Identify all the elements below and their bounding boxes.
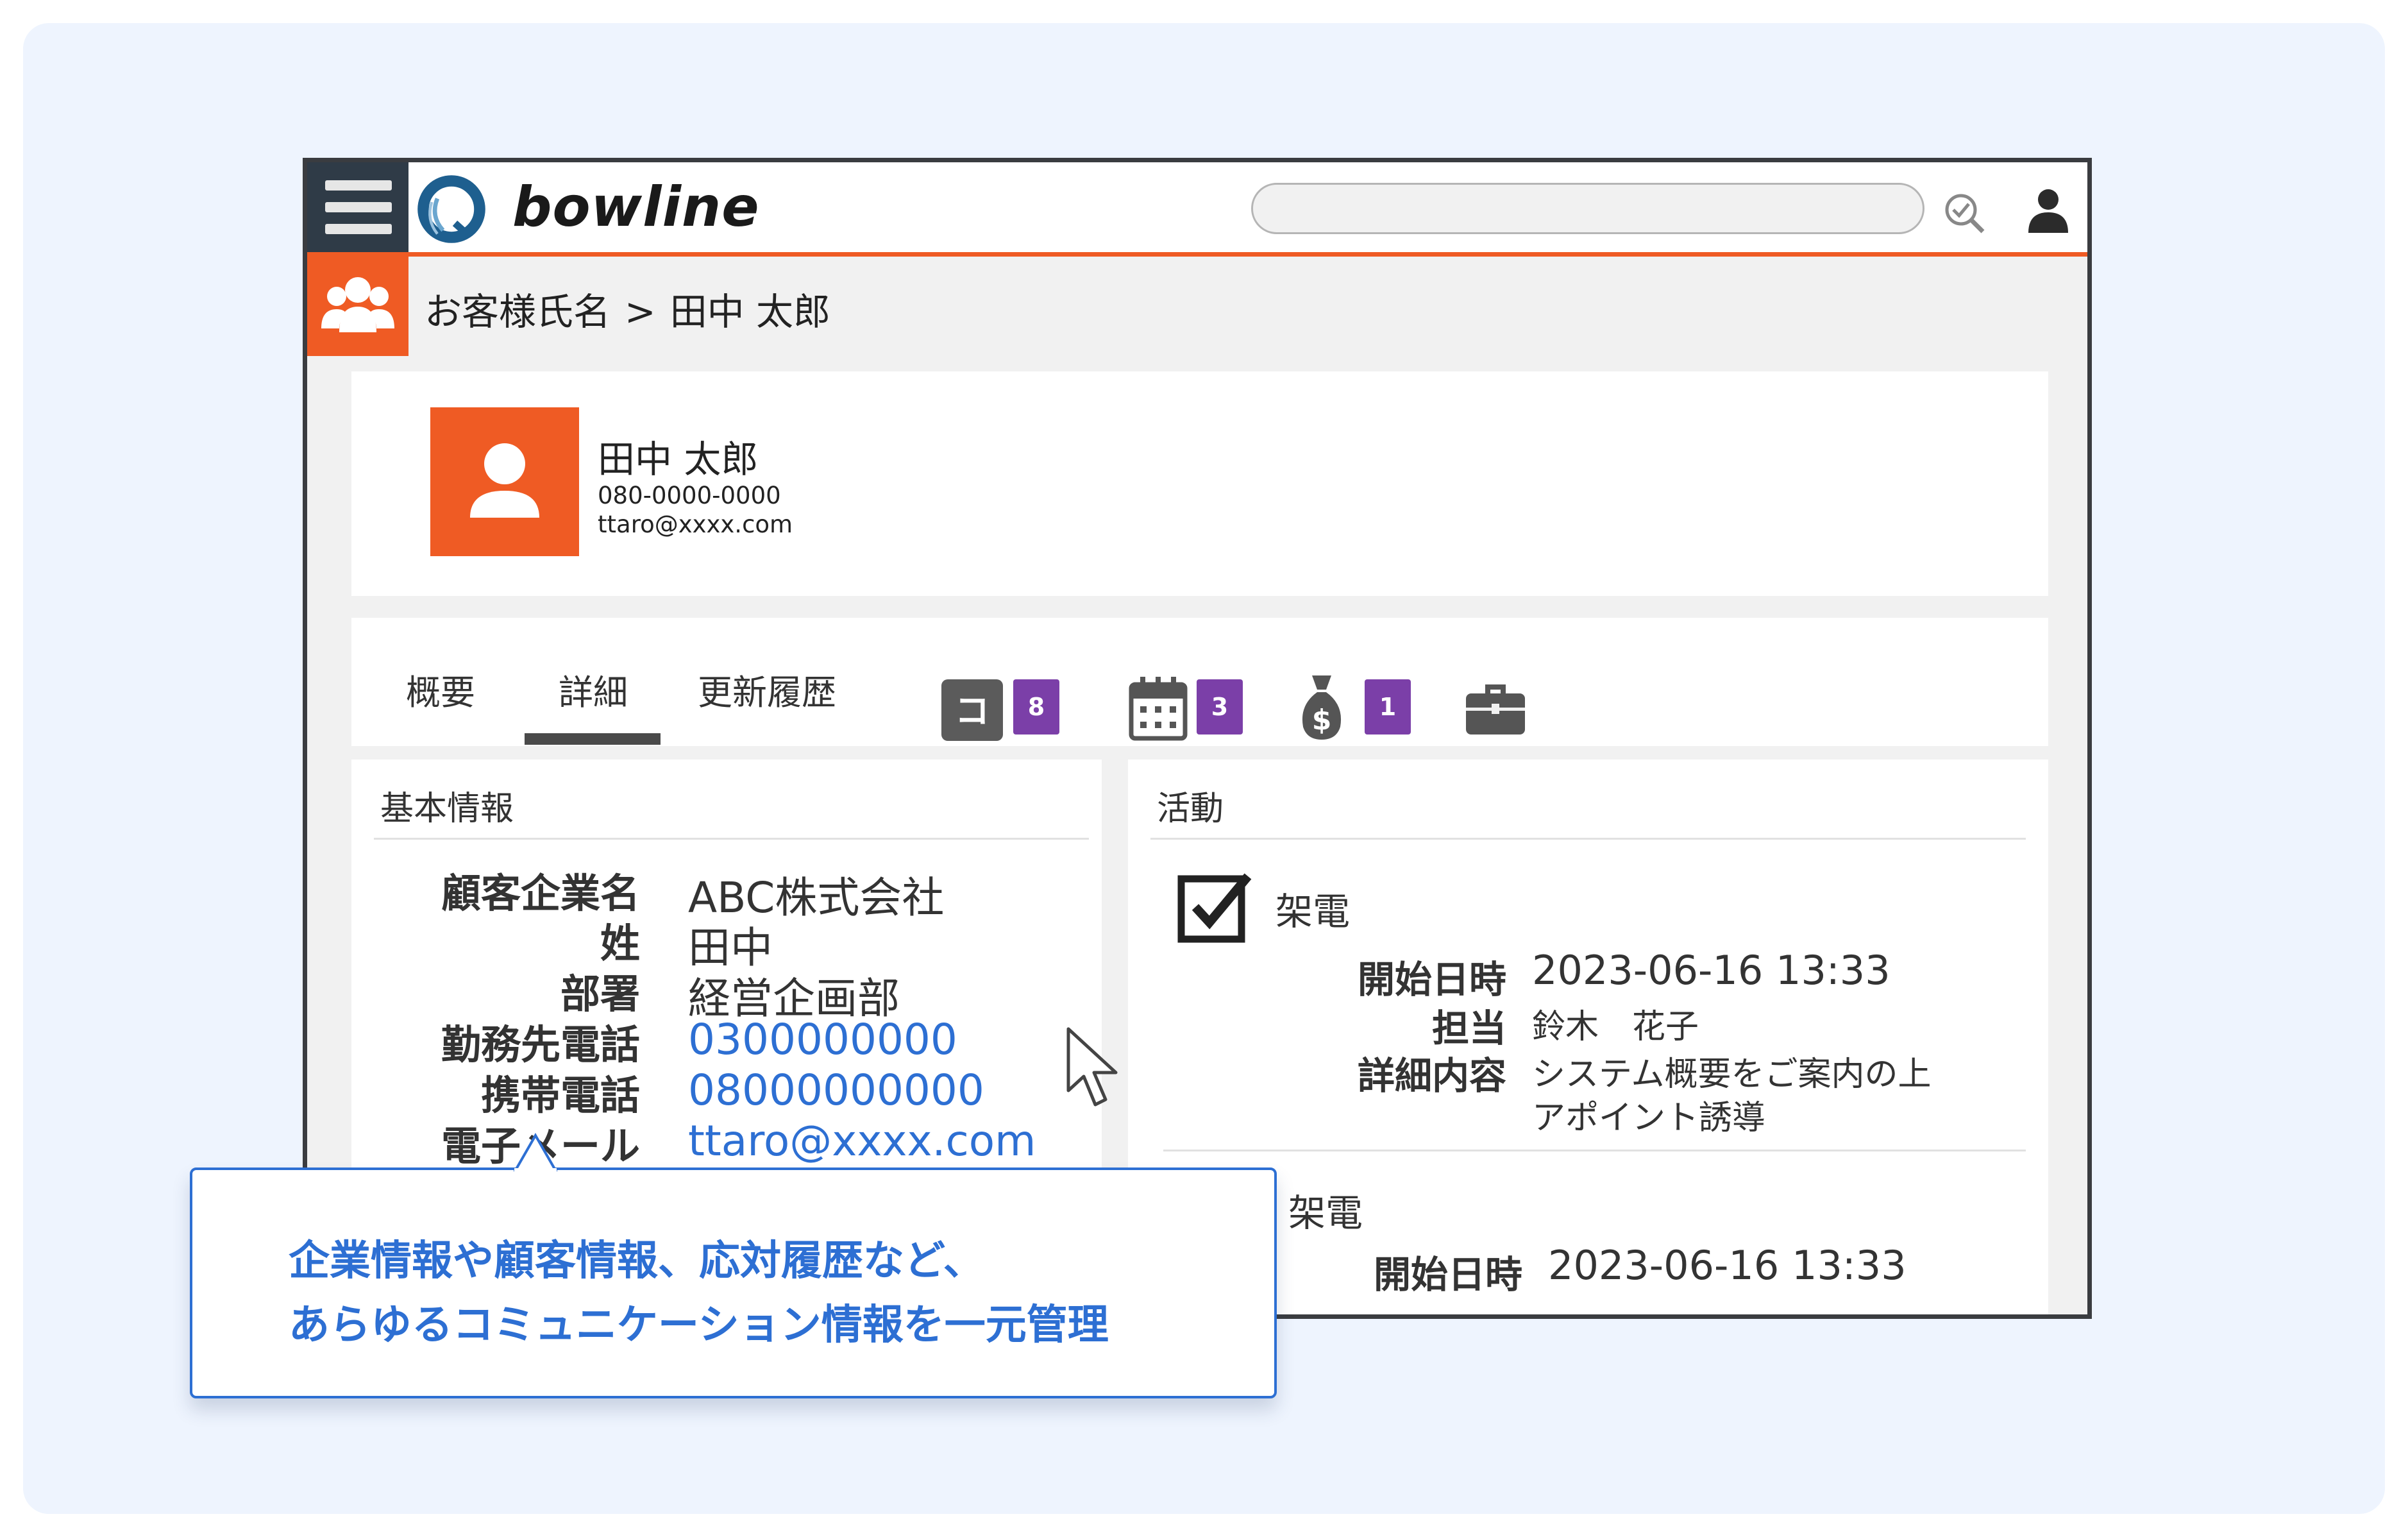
- callout-line-1: 企業情報や顧客情報、応対履歴など、: [289, 1237, 984, 1285]
- profile-card: 田中 太郎 080-0000-0000 ttaro@xxxx.com: [351, 371, 2048, 596]
- search-input[interactable]: [1251, 183, 1924, 234]
- tab-details[interactable]: 詳細: [559, 664, 628, 715]
- comment-count-badge: 8: [1013, 679, 1059, 735]
- divider: [1163, 1150, 2026, 1151]
- briefcase-icon: [1466, 684, 1525, 735]
- menu-icon: [325, 202, 392, 212]
- activity-type: 架電: [1276, 890, 1351, 933]
- divider: [1150, 838, 2026, 840]
- basic-info-title: 基本情報: [380, 790, 514, 828]
- field-label-department: 部署: [560, 971, 640, 1017]
- breadcrumb: お客様氏名 > 田中 太郎: [425, 282, 830, 335]
- activity-value-start: 2023-06-16 13:33: [1548, 1242, 1907, 1289]
- breadcrumb-current: 田中 太郎: [669, 290, 831, 334]
- group-icon: [321, 277, 394, 332]
- activity-label-start: 開始日時: [1357, 958, 1506, 1001]
- active-tab-indicator: [525, 733, 661, 745]
- activity-title: 活動: [1157, 790, 1224, 828]
- deals-count-badge: 1: [1365, 679, 1411, 735]
- activity-value-details-line2: アポイント誘導: [1532, 1099, 1766, 1137]
- field-value-mobile-phone[interactable]: 08000000000: [688, 1066, 984, 1115]
- field-label-work-phone: 勤務先電話: [441, 1021, 640, 1068]
- money-bag-icon: $: [1302, 675, 1342, 740]
- comment-icon: コ: [941, 679, 1003, 741]
- hamburger-menu-button[interactable]: [307, 162, 408, 252]
- profile-phone: 080-0000-0000: [598, 482, 781, 509]
- activity-label-assignee: 担当: [1431, 1006, 1506, 1050]
- bowline-logo-icon: [417, 175, 485, 243]
- user-icon[interactable]: [2026, 187, 2071, 233]
- activity-label-start: 開始日時: [1373, 1253, 1522, 1296]
- person-icon: [470, 443, 539, 518]
- briefcase-tab[interactable]: [1466, 682, 1525, 736]
- avatar: [430, 407, 579, 556]
- checkbox-checked-icon[interactable]: [1176, 869, 1253, 946]
- activity-value-start: 2023-06-16 13:33: [1532, 947, 1890, 994]
- breadcrumb-parent[interactable]: お客様氏名: [425, 290, 610, 334]
- mouse-cursor-icon: [1066, 1027, 1118, 1107]
- activity-value-details-line1: システム概要をご案内の上: [1532, 1055, 1932, 1094]
- divider: [374, 838, 1089, 840]
- search-check-icon[interactable]: [1939, 188, 1991, 239]
- callout-line-2: あらゆるコミュニケーション情報を一元管理: [289, 1302, 1109, 1349]
- calendar-count-badge: 3: [1197, 679, 1243, 735]
- callout-box: 企業情報や顧客情報、応対履歴など、 あらゆるコミュニケーション情報を一元管理: [190, 1168, 1277, 1398]
- menu-icon: [325, 180, 392, 191]
- app-window: bowline お客様氏名 > 田中 太郎 田中 太郎 080-0000-000…: [303, 158, 2092, 1319]
- calendar-icon: [1129, 677, 1188, 741]
- callout-pointer: [513, 1133, 558, 1171]
- menu-icon: [325, 224, 392, 234]
- profile-email: ttaro@xxxx.com: [598, 511, 793, 538]
- svg-text:$: $: [1312, 704, 1332, 736]
- tab-update-history[interactable]: 更新履歴: [698, 664, 836, 715]
- tab-bar: 概要 詳細 更新履歴 コ 8 3 $ 1: [351, 618, 2048, 746]
- activity-label-details: 詳細内容: [1357, 1054, 1506, 1098]
- calendar-tab[interactable]: [1129, 674, 1188, 741]
- activity-type: 架電: [1288, 1191, 1363, 1235]
- field-label-company: 顧客企業名: [441, 870, 640, 917]
- field-label-email: 電子メール: [351, 1114, 640, 1171]
- field-value-email[interactable]: ttaro@xxxx.com: [688, 1116, 1036, 1166]
- tab-overview[interactable]: 概要: [406, 664, 475, 715]
- profile-name: 田中 太郎: [598, 437, 759, 481]
- field-label-last-name: 姓: [600, 920, 640, 967]
- field-value-work-phone[interactable]: 0300000000: [688, 1015, 957, 1064]
- svg-text:コ: コ: [955, 691, 989, 731]
- customers-section-button[interactable]: [307, 257, 408, 356]
- deals-tab[interactable]: $: [1299, 673, 1344, 742]
- field-label-mobile-phone: 携帯電話: [480, 1072, 640, 1119]
- activity-value-assignee: 鈴木 花子: [1532, 1008, 1699, 1046]
- comment-tab[interactable]: コ: [941, 679, 1003, 741]
- top-bar: bowline: [307, 162, 2087, 257]
- breadcrumb-separator: >: [625, 290, 656, 334]
- logo-text: bowline: [512, 175, 760, 239]
